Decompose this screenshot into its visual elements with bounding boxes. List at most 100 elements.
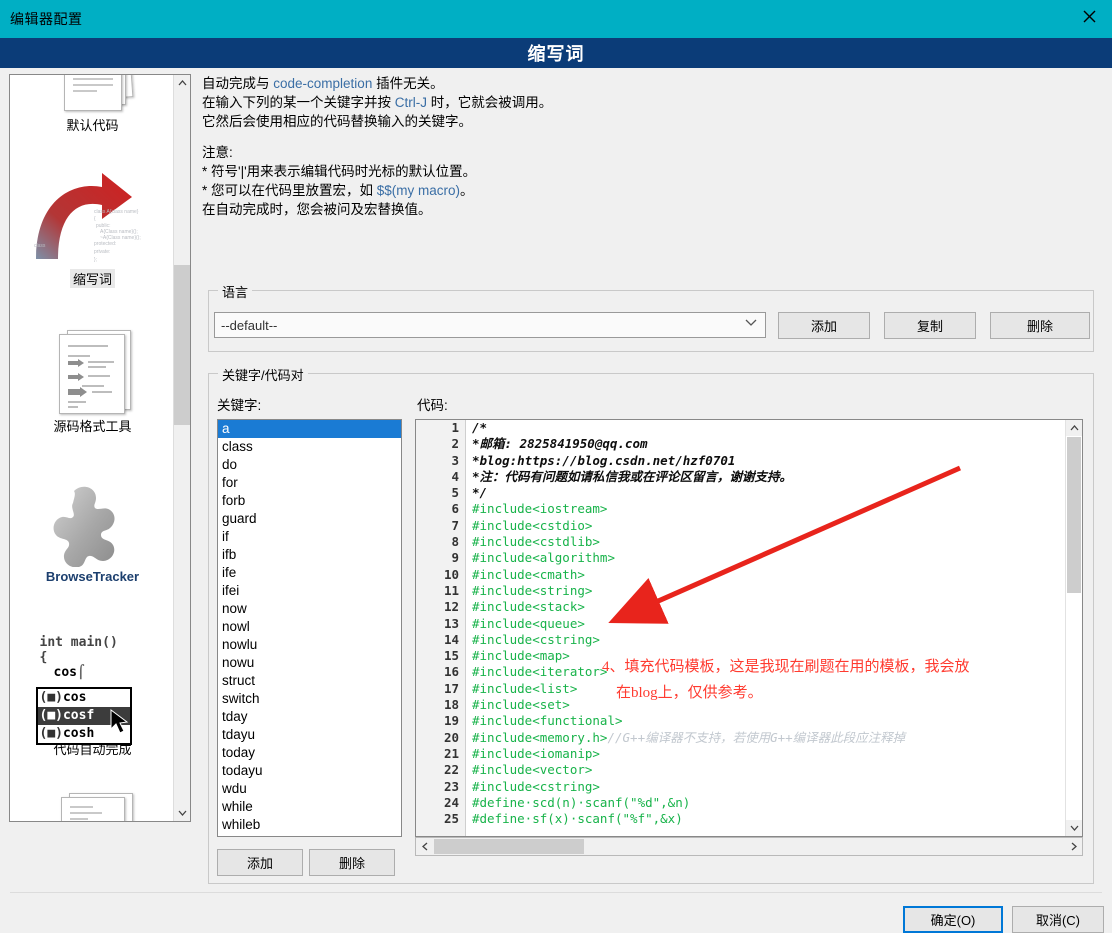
desc-note2-c: 。 <box>460 183 474 198</box>
code-hscroll-thumb[interactable] <box>434 839 584 854</box>
keyword-list-item[interactable]: guard <box>218 510 401 528</box>
language-group-title: 语言 <box>218 282 253 301</box>
chevron-down-icon <box>1070 825 1078 831</box>
line-number: 17 <box>443 680 459 696</box>
line-number: 16 <box>443 664 459 680</box>
keyword-list-item[interactable]: todayu <box>218 762 401 780</box>
code-editor[interactable]: 1 2 3 4 5 6 7 8 9 10 11 12 13 14 15 16 17 18 19 20 21 22 23 24 2… <box>415 419 1083 837</box>
code-vertical-scrollbar[interactable] <box>1065 420 1082 836</box>
close-glyph <box>1083 10 1095 22</box>
desc-note2-a: * 您可以在代码里放置宏，如 <box>202 183 377 198</box>
keyword-list-item[interactable]: forb <box>218 492 401 510</box>
chevron-down-glyph <box>745 319 757 326</box>
line-number: 24 <box>443 794 459 810</box>
line-number: 2 <box>451 436 459 452</box>
keyword-list-item[interactable]: ife <box>218 564 401 582</box>
keyword-list-item[interactable]: for <box>218 474 401 492</box>
footer-divider <box>10 892 1102 893</box>
language-select[interactable]: --default-- <box>214 312 766 338</box>
keyword-list-item[interactable]: tday <box>218 708 401 726</box>
sidebar-item-label: BrowseTracker <box>45 569 140 584</box>
desc-note-title: 注意: <box>202 145 233 160</box>
desc-note-2: * 您可以在代码里放置宏，如 $$(my macro)。 <box>202 181 1082 200</box>
keyword-list-item[interactable]: if <box>218 528 401 546</box>
autocomplete-option[interactable]: (■)cos <box>38 689 130 707</box>
code-line: #include<cstring> <box>472 631 600 647</box>
language-select-value: --default-- <box>221 317 278 333</box>
line-number: 21 <box>443 745 459 761</box>
cancel-button[interactable]: 取消(C) <box>1012 906 1104 933</box>
sidebar-item-label: 源码格式工具 <box>53 419 132 434</box>
keyword-list-item[interactable]: now <box>218 600 401 618</box>
svg-text:};: }; <box>94 257 97 263</box>
close-icon[interactable] <box>1066 0 1112 32</box>
settings-panel: 自动完成与 code-completion 插件无关。 在输入下列的某一个关键字… <box>198 68 1103 884</box>
desc-note2-b: $$(my macro) <box>376 183 461 198</box>
code-scroll-down-arrow[interactable] <box>1066 820 1082 836</box>
sidebar-item-source-formatter[interactable]: 源码格式工具 <box>10 330 175 435</box>
keyword-list-item[interactable]: wdu <box>218 780 401 798</box>
line-number: 18 <box>443 697 459 713</box>
sidebar-item-code-completion[interactable]: int main() { cos⌠ (■)cos (■)cosf (■)cosh <box>10 635 175 758</box>
keyword-list-item[interactable]: ifei <box>218 582 401 600</box>
formatter-lines <box>67 345 114 408</box>
chevron-up-icon <box>178 80 186 86</box>
desc-line-3: 它然后会使用相应的代码替换输入的关键字。 <box>202 114 472 129</box>
keyword-list-item[interactable]: switch <box>218 690 401 708</box>
sidebar-item-abbreviations[interactable]: class A{class name} { public: A{Class na… <box>10 167 175 288</box>
code-scroll-left-arrow[interactable] <box>416 838 433 855</box>
code-line: #define·sf(x)·scanf("%f",&x) <box>472 811 683 827</box>
code-line: #include<queue> <box>472 615 585 631</box>
keyword-list-item[interactable]: nowlu <box>218 636 401 654</box>
keyword-list[interactable]: a class do for forb guard if ifb ife ifei now nowl n… <box>217 419 402 837</box>
sidebar-item-browse-tracker[interactable]: BrowseTracker <box>10 485 175 584</box>
sidebar-item-next-partial[interactable] <box>10 793 175 821</box>
line-number: 14 <box>443 631 459 647</box>
keyword-list-item[interactable]: do <box>218 456 401 474</box>
autocomplete-preview-line1: int main() <box>39 635 118 650</box>
language-copy-button[interactable]: 复制 <box>884 312 976 339</box>
line-number: 23 <box>443 778 459 794</box>
line-number: 8 <box>451 534 459 550</box>
line-number: 9 <box>451 550 459 566</box>
code-text[interactable]: /* *邮箱: 2825841950@qq.com *blog:https://bl… <box>472 420 1066 836</box>
keyword-list-item[interactable]: whileb <box>218 816 401 834</box>
keyword-list-item[interactable]: a <box>218 420 401 438</box>
desc-line1-b: code-completion <box>273 76 373 91</box>
code-line: #include<iterator> <box>472 664 608 680</box>
sidebar-scroll-down-arrow[interactable] <box>174 805 190 821</box>
chevron-right-icon <box>1071 842 1077 851</box>
autocomplete-popup[interactable]: (■)cos (■)cosf (■)cosh <box>35 687 132 745</box>
language-delete-button[interactable]: 删除 <box>990 312 1090 339</box>
code-scroll-right-arrow[interactable] <box>1065 838 1082 855</box>
keyword-list-item[interactable]: while <box>218 798 401 816</box>
pair-group-title: 关键字/代码对 <box>218 365 308 384</box>
keyword-list-item[interactable]: class <box>218 438 401 456</box>
keyword-list-item[interactable]: ifb <box>218 546 401 564</box>
code-line: #include<functional> <box>472 713 623 729</box>
desc-note-3: 在自动完成时，您会被问及宏替换值。 <box>202 202 432 217</box>
line-number: 4 <box>451 468 459 484</box>
dialog-body: 默认代码 class A{class name} { public: A{Cla <box>0 68 1112 933</box>
sidebar-item-label: 缩写词 <box>69 269 115 288</box>
code-scroll-up-arrow[interactable] <box>1066 420 1082 436</box>
red-arrow-class-icon: class A{class name} { public: A{Class na… <box>34 173 140 263</box>
keyword-list-item[interactable]: nowu <box>218 654 401 672</box>
ok-button[interactable]: 确定(O) <box>903 906 1003 933</box>
code-scroll-thumb[interactable] <box>1067 437 1081 593</box>
language-add-button[interactable]: 添加 <box>778 312 870 339</box>
code-horizontal-scrollbar[interactable] <box>415 837 1083 856</box>
code-line: */ <box>472 485 488 501</box>
sidebar-scroll-thumb[interactable] <box>174 265 190 425</box>
keyword-list-item[interactable]: today <box>218 744 401 762</box>
sidebar-scrollbar[interactable] <box>173 75 190 821</box>
autocomplete-preview-line3: cos <box>53 665 77 680</box>
keyword-list-item[interactable]: struct <box>218 672 401 690</box>
sidebar-item-default-code[interactable]: 默认代码 <box>10 75 175 134</box>
sidebar-scroll-up-arrow[interactable] <box>174 75 190 91</box>
keyword-list-item[interactable]: nowl <box>218 618 401 636</box>
line-number: 5 <box>451 485 459 501</box>
settings-icon-list[interactable]: 默认代码 class A{class name} { public: A{Cla <box>9 74 191 822</box>
keyword-list-item[interactable]: tdayu <box>218 726 401 744</box>
line-number: 13 <box>443 615 459 631</box>
